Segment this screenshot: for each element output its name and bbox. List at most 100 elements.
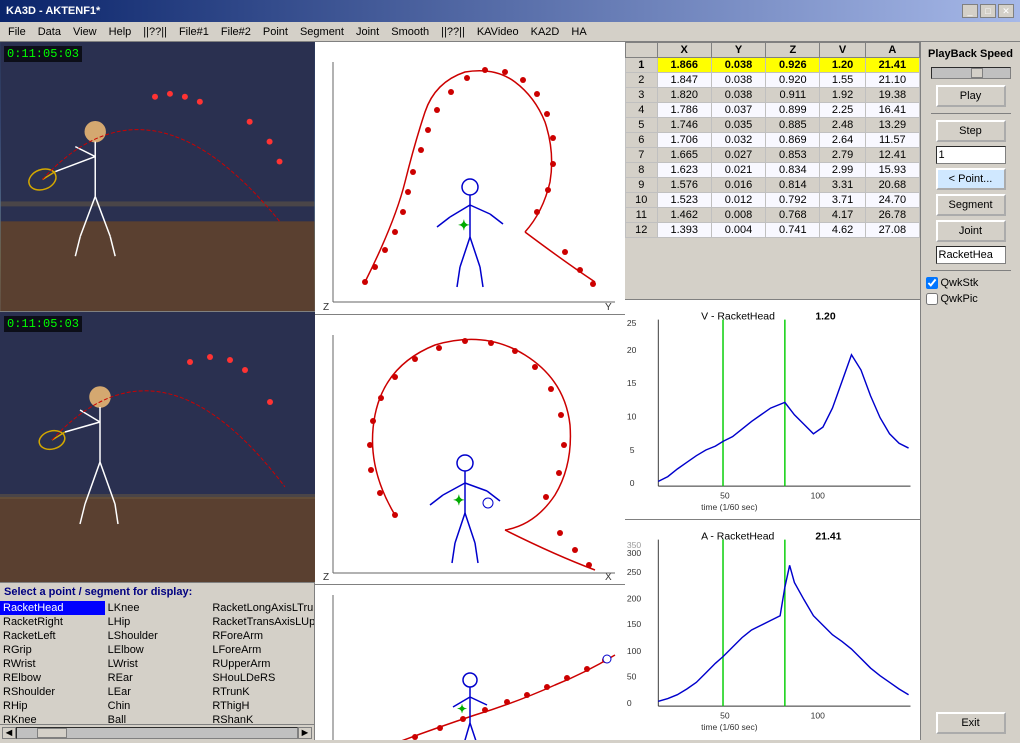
minimize-button[interactable]: _ [962,4,978,18]
scrollbar-track[interactable] [16,727,298,739]
menu-file2[interactable]: File#2 [215,24,257,40]
qwkstk-label[interactable]: QwkStk [941,277,979,289]
list-item[interactable]: RHip [0,699,105,713]
qwkpic-checkbox[interactable] [926,293,938,305]
menu-point[interactable]: Point [257,24,294,40]
selection-col-3[interactable]: RacketLongAxisLTrunKRacketTransAxisLUppe… [209,601,314,724]
svg-text:0: 0 [630,478,635,488]
table-row[interactable]: 7 1.665 0.027 0.853 2.79 12.41 [626,148,920,163]
menu-help3[interactable]: ||??|| [435,24,471,40]
table-row[interactable]: 1 1.866 0.038 0.926 1.20 21.41 [626,58,920,73]
list-item[interactable]: LHip [105,615,210,629]
table-row[interactable]: 10 1.523 0.012 0.792 3.71 24.70 [626,193,920,208]
table-row[interactable]: 4 1.786 0.037 0.899 2.25 16.41 [626,103,920,118]
menu-ha[interactable]: HA [565,24,592,40]
list-item[interactable]: RWrist [0,657,105,671]
row-number: 7 [626,148,658,163]
table-row[interactable]: 12 1.393 0.004 0.741 4.62 27.08 [626,223,920,238]
list-item[interactable]: LForeArm [209,643,314,657]
menu-kavideo[interactable]: KAVideo [471,24,525,40]
z-axis-label-2: Z [323,572,329,583]
list-item[interactable]: LShoulder [105,629,210,643]
menu-ka2d[interactable]: KA2D [525,24,566,40]
menu-segment[interactable]: Segment [294,24,350,40]
list-item[interactable]: RKnee [0,713,105,724]
cell-x: 1.576 [657,178,711,193]
row-number: 4 [626,103,658,118]
qwkpic-label[interactable]: QwkPic [941,293,978,305]
table-row[interactable]: 3 1.820 0.038 0.911 1.92 19.38 [626,88,920,103]
scrollbar-thumb[interactable] [37,728,67,738]
cell-z: 0.920 [766,73,820,88]
selection-col-2[interactable]: LKneeLHipLShoulderLElbowLWristREarLEarCh… [105,601,210,724]
menu-help2[interactable]: ||??|| [137,24,173,40]
list-item[interactable]: RacketHead [0,601,105,615]
menu-file1[interactable]: File#1 [173,24,215,40]
segment-button[interactable]: Segment [936,194,1006,216]
menu-smooth[interactable]: Smooth [385,24,435,40]
list-item[interactable]: RThigH [209,699,314,713]
joint-button[interactable]: Joint [936,220,1006,242]
list-item[interactable]: SHouLDeRS [209,671,314,685]
menu-help[interactable]: Help [103,24,138,40]
list-item[interactable]: RacketLongAxisLTrunK [209,601,314,615]
speed-slider-track[interactable] [931,67,1011,79]
list-item[interactable]: RTrunK [209,685,314,699]
table-row[interactable]: 8 1.623 0.021 0.834 2.99 15.93 [626,163,920,178]
list-item[interactable]: RUpperArm [209,657,314,671]
list-item[interactable]: Chin [105,699,210,713]
scrollbar-area[interactable]: ◄ ► [0,724,314,740]
scroll-left-btn[interactable]: ◄ [2,727,16,739]
window-controls[interactable]: _ □ ✕ [962,4,1014,18]
table-row[interactable]: 9 1.576 0.016 0.814 3.31 20.68 [626,178,920,193]
video-figure-2 [0,312,315,582]
table-row[interactable]: 2 1.847 0.038 0.920 1.55 21.10 [626,73,920,88]
list-item[interactable]: Ball [105,713,210,724]
menu-data[interactable]: Data [32,24,67,40]
table-row[interactable]: 5 1.746 0.035 0.885 2.48 13.29 [626,118,920,133]
selection-columns: RacketHeadRacketRightRacketLeftRGripRWri… [0,601,314,724]
svg-text:250: 250 [627,567,642,577]
list-item[interactable]: RElbow [0,671,105,685]
step-value-input[interactable] [936,146,1006,164]
menu-view[interactable]: View [67,24,103,40]
speed-slider-thumb[interactable] [971,68,983,78]
cell-x: 1.623 [657,163,711,178]
list-item[interactable]: LEar [105,685,210,699]
close-button[interactable]: ✕ [998,4,1014,18]
list-item[interactable]: RGrip [0,643,105,657]
menu-joint[interactable]: Joint [350,24,385,40]
svg-text:✦: ✦ [457,702,467,716]
point-button[interactable]: < Point... [936,168,1006,190]
cell-z: 0.814 [766,178,820,193]
qwkstk-checkbox[interactable] [926,277,938,289]
cell-v: 2.64 [820,133,865,148]
3d-svg-2: ✦ Z X [315,315,625,585]
table-row[interactable]: 6 1.706 0.032 0.869 2.64 11.57 [626,133,920,148]
exit-button[interactable]: Exit [936,712,1006,734]
cell-x: 1.866 [657,58,711,73]
list-item[interactable]: RacketTransAxisLUpperArm [209,615,314,629]
list-item[interactable]: RShanK [209,713,314,724]
play-button[interactable]: Play [936,85,1006,107]
cell-z: 0.869 [766,133,820,148]
list-item[interactable]: RacketRight [0,615,105,629]
cell-a: 11.57 [865,133,919,148]
list-item[interactable]: REar [105,671,210,685]
list-item[interactable]: LKnee [105,601,210,615]
selection-col-1[interactable]: RacketHeadRacketRightRacketLeftRGripRWri… [0,601,105,724]
scroll-right-btn[interactable]: ► [298,727,312,739]
list-item[interactable]: RShoulder [0,685,105,699]
list-item[interactable]: RForeArm [209,629,314,643]
timestamp-2: 0:11:05:03 [4,316,82,332]
list-item[interactable]: LWrist [105,657,210,671]
step-button[interactable]: Step [936,120,1006,142]
list-item[interactable]: RacketLeft [0,629,105,643]
table-row[interactable]: 11 1.462 0.008 0.768 4.17 26.78 [626,208,920,223]
cell-a: 16.41 [865,103,919,118]
menu-file[interactable]: File [2,24,32,40]
racket-label-input[interactable] [936,246,1006,264]
table-scroll-area[interactable]: X Y Z V A 1 1.866 0.038 0.926 1.20 21.41… [625,42,920,300]
maximize-button[interactable]: □ [980,4,996,18]
list-item[interactable]: LElbow [105,643,210,657]
